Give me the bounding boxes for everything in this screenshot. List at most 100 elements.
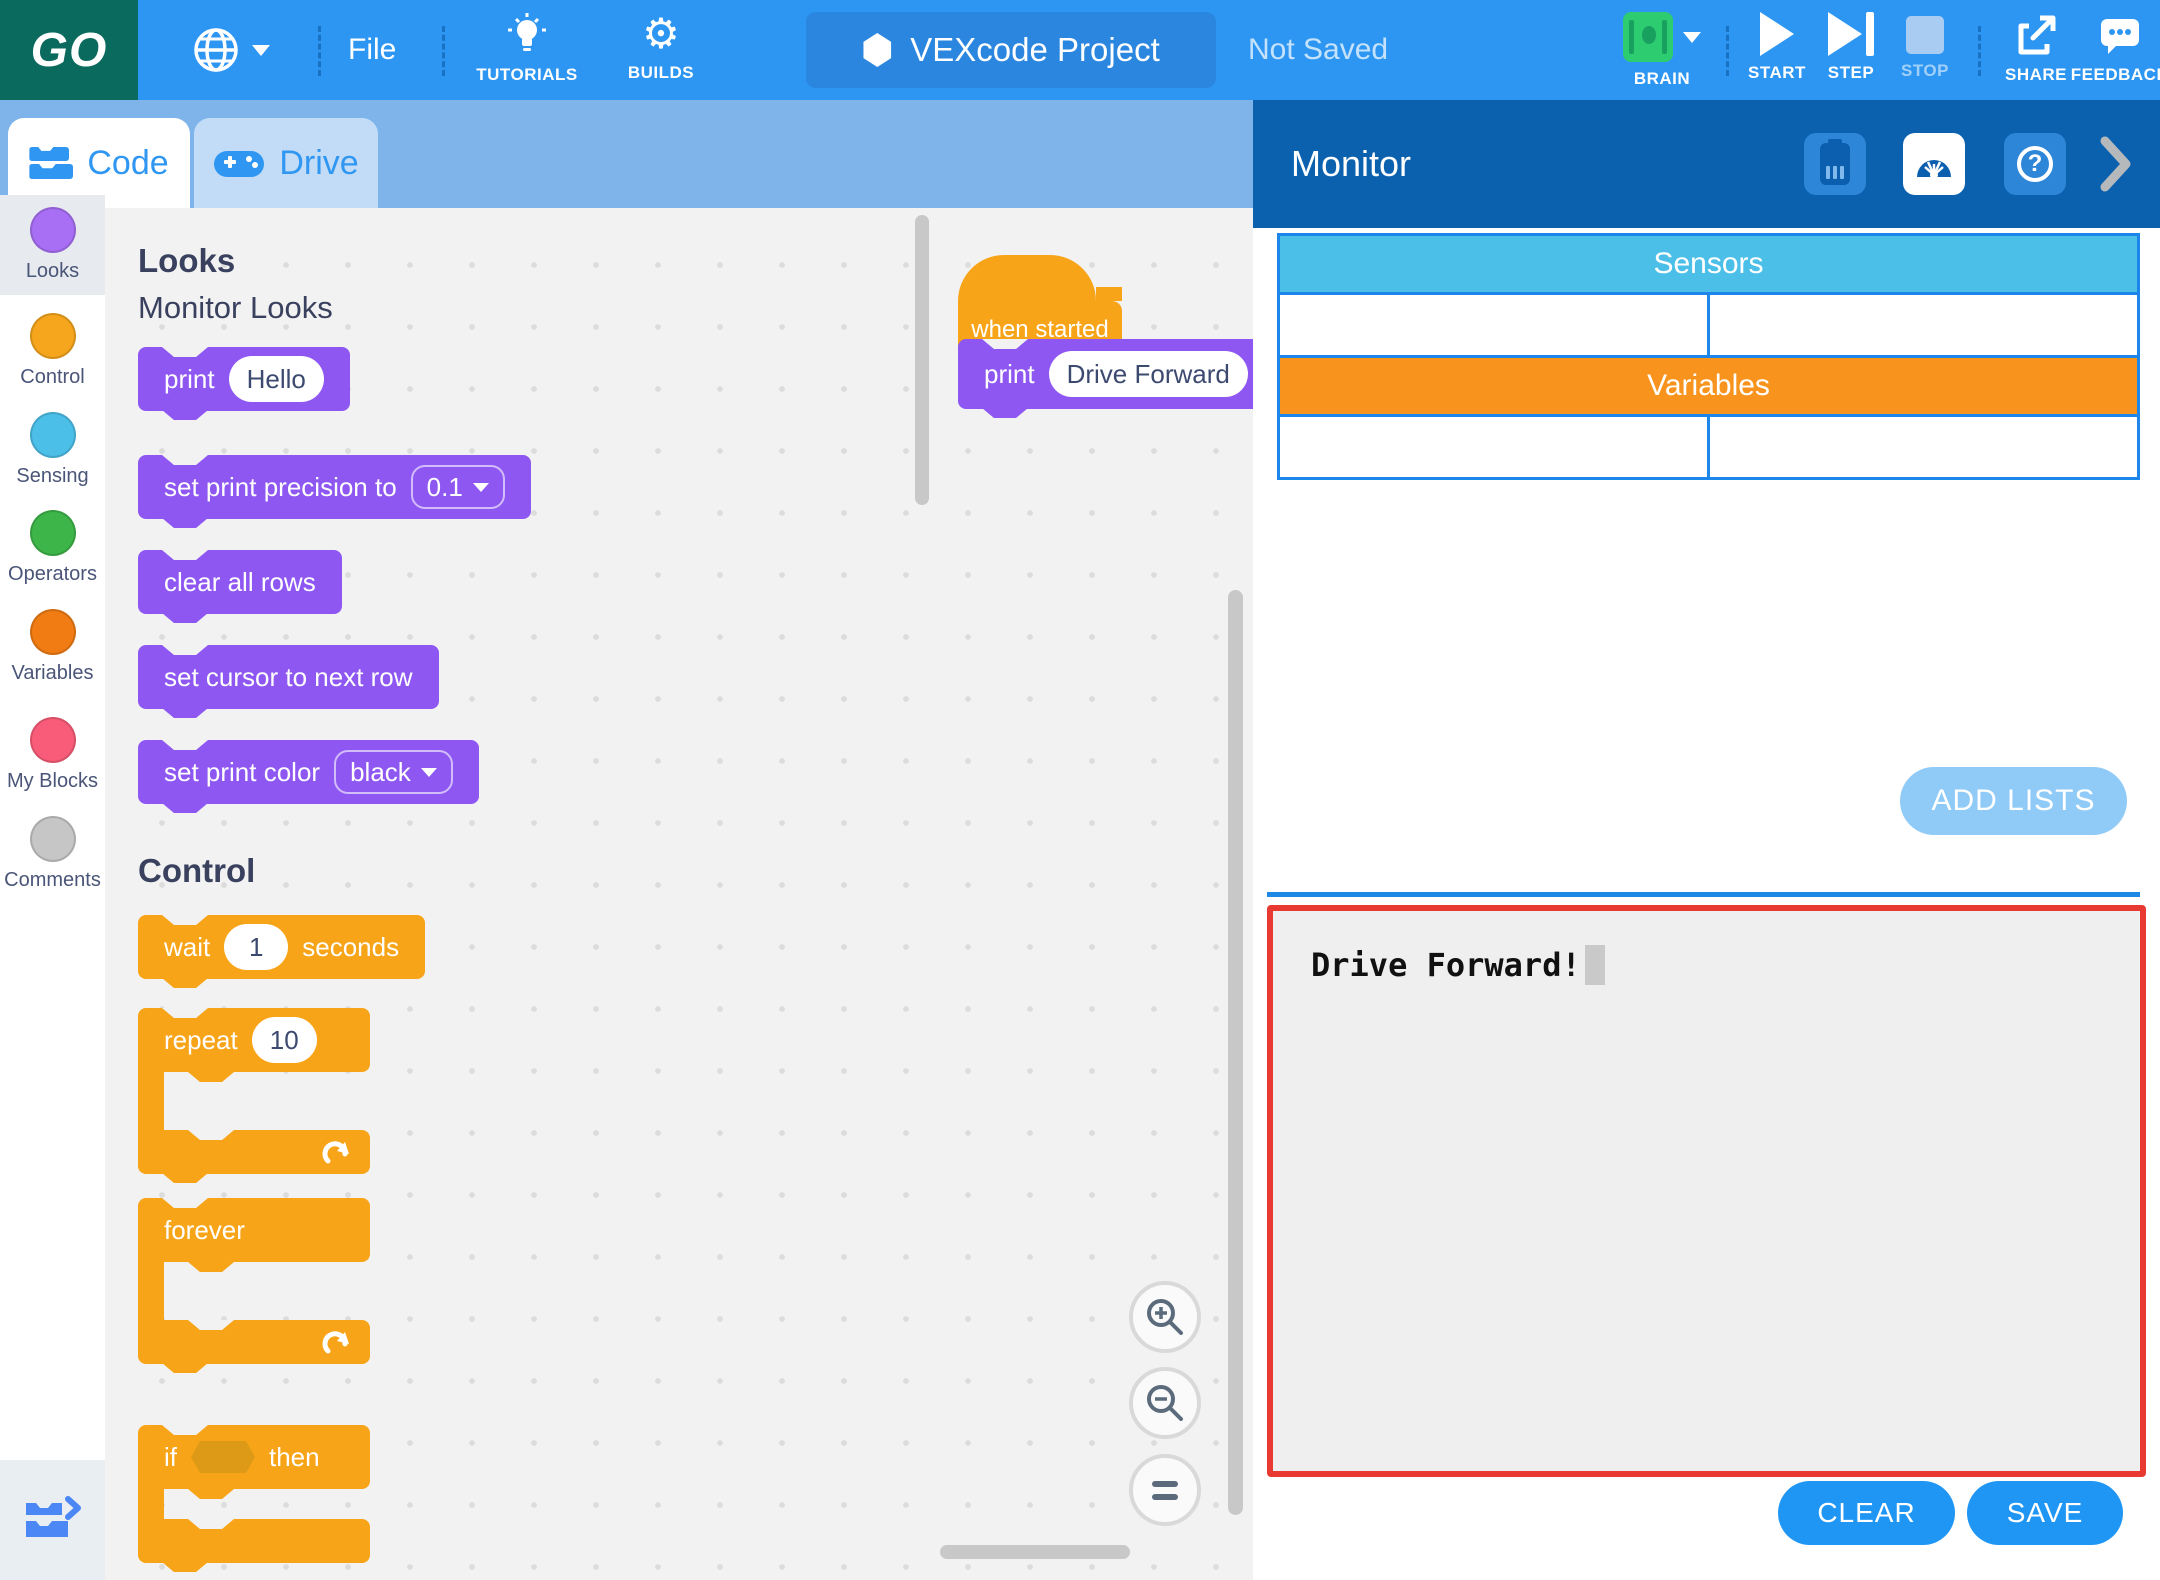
sidebar-item-label: Looks [26, 260, 79, 283]
zoom-in-button[interactable] [1129, 1281, 1201, 1353]
wait-value-input[interactable]: 1 [224, 924, 288, 970]
tab-drive[interactable]: Drive [194, 118, 378, 208]
block-set-cursor-next-row[interactable]: set cursor to next row [138, 645, 439, 709]
block-spine [138, 1489, 164, 1519]
top-bar: GO File TUTO [0, 0, 2160, 100]
block-wait-seconds[interactable]: wait 1 seconds [138, 915, 425, 979]
stop-square-icon [1906, 16, 1944, 54]
project-title-button[interactable]: VEXcode Project [806, 12, 1216, 88]
chevron-down-icon [473, 483, 489, 492]
block-print[interactable]: print Hello [138, 347, 350, 411]
zoom-out-button[interactable] [1129, 1367, 1201, 1439]
precision-dropdown[interactable]: 0.1 [411, 465, 505, 509]
share-label: SHARE [2005, 65, 2067, 85]
sidebar-item-operators[interactable]: Operators [0, 498, 105, 598]
block-bump [162, 803, 208, 813]
collapse-monitor-button[interactable] [2098, 133, 2138, 195]
battery-icon [1820, 143, 1850, 185]
builds-button[interactable]: ⚙ BUILDS [602, 0, 720, 100]
sidebar-item-my-blocks[interactable]: My Blocks [0, 705, 105, 805]
add-lists-button[interactable]: ADD LISTS [1900, 767, 2127, 835]
block-bump [188, 1072, 234, 1082]
dashboard-button[interactable] [1903, 133, 1965, 195]
tutorials-label: TUTORIALS [476, 65, 577, 85]
chevron-down-icon [421, 768, 437, 777]
block-notch [162, 915, 208, 925]
tutorials-button[interactable]: TUTORIALS [462, 0, 592, 100]
print-value-input[interactable]: Drive Forward [1049, 351, 1248, 397]
sensor-cell[interactable] [1707, 295, 2137, 355]
vexcode-app: GO File TUTO [0, 0, 2160, 1580]
toolbar-divider [1726, 26, 1729, 76]
block-notch [982, 339, 1028, 349]
start-button[interactable]: START [1740, 0, 1814, 100]
block-notch [162, 550, 208, 560]
device-info-button[interactable] [1804, 133, 1866, 195]
step-button[interactable]: STEP [1814, 0, 1888, 100]
looks-category-icon [30, 207, 76, 253]
sidebar-item-label: My Blocks [7, 770, 98, 793]
block-bump [188, 1262, 234, 1272]
language-menu[interactable] [192, 0, 270, 100]
toolbar-divider [1978, 26, 1981, 76]
block-set-print-precision[interactable]: set print precision to 0.1 [138, 455, 531, 519]
console-divider [1267, 892, 2140, 897]
block-set-print-color[interactable]: set print color black [138, 740, 479, 804]
sensor-cell[interactable] [1280, 295, 1707, 355]
print-color-dropdown[interactable]: black [334, 750, 453, 794]
builds-label: BUILDS [628, 63, 694, 83]
variable-cell[interactable] [1280, 417, 1707, 477]
sidebar-item-control[interactable]: Control [0, 301, 105, 401]
sidebar-item-label: Operators [8, 563, 97, 586]
tab-strip: Code Drive [0, 100, 1253, 208]
gauge-icon [1914, 147, 1954, 181]
sidebar-item-variables[interactable]: Variables [0, 597, 105, 697]
repeat-value-input[interactable]: 10 [252, 1017, 317, 1063]
start-label: START [1748, 63, 1806, 83]
feedback-button[interactable]: FEEDBACK [2080, 0, 2160, 100]
palette-section-subtitle: Monitor Looks [138, 290, 333, 326]
share-button[interactable]: SHARE [1994, 0, 2078, 100]
sidebar-item-label: Control [20, 366, 84, 389]
go-logo[interactable]: GO [0, 0, 138, 100]
stop-button[interactable]: STOP [1888, 0, 1962, 100]
block-forever[interactable]: forever [138, 1198, 370, 1364]
workspace[interactable]: Looks Monitor Looks print Hello set prin… [105, 208, 1253, 1580]
file-menu[interactable]: File [348, 0, 396, 100]
sidebar-item-label: Variables [12, 662, 94, 685]
hat-ext [1096, 287, 1122, 301]
palette-scrollbar[interactable] [915, 215, 929, 505]
hexagon-icon [862, 33, 892, 67]
block-repeat[interactable]: repeat 10 [138, 1008, 370, 1174]
sensors-header: Sensors [1280, 236, 2137, 292]
zoom-reset-button[interactable] [1129, 1454, 1201, 1526]
brain-button[interactable]: BRAIN [1604, 0, 1720, 100]
block-if-then[interactable]: if then [138, 1425, 370, 1563]
palette-collapse-toggle[interactable] [0, 1460, 105, 1580]
block-label: if [164, 1442, 177, 1473]
condition-slot[interactable] [191, 1441, 255, 1473]
help-button[interactable]: ? [2004, 133, 2066, 195]
comments-category-icon [30, 816, 76, 862]
block-clear-all-rows[interactable]: clear all rows [138, 550, 342, 614]
monitor-table: Sensors Variables [1277, 233, 2140, 480]
clear-button[interactable]: CLEAR [1778, 1481, 1955, 1545]
canvas-horizontal-scrollbar[interactable] [940, 1545, 1130, 1559]
block-bump [162, 518, 208, 528]
variable-cell[interactable] [1707, 417, 2137, 477]
sidebar-item-looks[interactable]: Looks [0, 195, 105, 295]
save-status: Not Saved [1248, 0, 1388, 100]
block-label: seconds [302, 932, 399, 963]
block-notch [188, 1320, 234, 1330]
block-notch [162, 455, 208, 465]
sidebar-item-sensing[interactable]: Sensing [0, 400, 105, 500]
canvas-print-block[interactable]: print Drive Forward [958, 339, 1253, 409]
block-notch [188, 1130, 234, 1140]
sidebar-item-comments[interactable]: Comments [0, 804, 105, 904]
canvas-vertical-scrollbar[interactable] [1228, 590, 1243, 1515]
save-button[interactable]: SAVE [1967, 1481, 2123, 1545]
print-console[interactable]: Drive Forward! [1267, 905, 2146, 1477]
gear-icon: ⚙ [642, 12, 680, 56]
toolbar-divider [318, 26, 321, 76]
print-value-input[interactable]: Hello [229, 356, 324, 402]
